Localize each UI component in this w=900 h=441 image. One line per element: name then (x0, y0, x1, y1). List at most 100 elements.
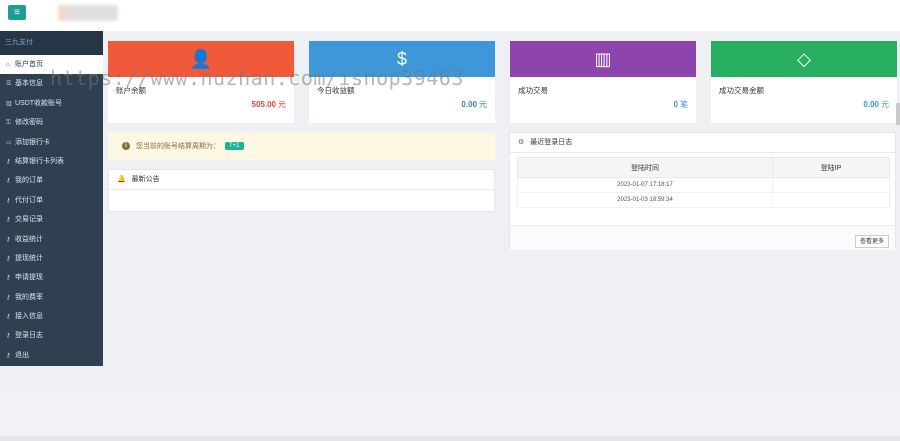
key-icon: ⚷ (6, 236, 11, 243)
sidebar-header: 三九支付 (0, 31, 103, 55)
table-row: 2023-01-07 17:18:17 (517, 177, 890, 193)
sidebar-item-13[interactable]: ⚷ 接入信息 (0, 307, 103, 326)
stat-card-header: $ (309, 41, 495, 77)
stat-value: 0 (673, 100, 678, 109)
stat-unit: 元 (479, 100, 487, 109)
stat-card: 👤 账户余额 505.00 元 (108, 41, 294, 123)
card-icon: ▭ (6, 139, 12, 146)
sidebar-item-15[interactable]: ⚷ 退出 (0, 346, 103, 365)
stat-value: 0.00 (863, 100, 879, 109)
stat-card-value: 505.00 元 (252, 99, 286, 110)
sidebar-item-label: USDT收款账号 (15, 99, 63, 107)
top-navbar: ≡ (0, 0, 900, 31)
gear-icon: ⚙ (518, 139, 525, 146)
stat-card-value: 0.00 元 (863, 99, 889, 110)
sidebar-item-label: 交易记录 (15, 216, 43, 224)
key-icon: ⚷ (6, 352, 11, 359)
sidebar-item-3[interactable]: ⚿ 修改密码 (0, 113, 103, 132)
scrollbar-thumb[interactable] (896, 103, 900, 125)
diamond-icon: ◇ (797, 48, 811, 69)
sidebar-item-label: 我的费率 (15, 293, 43, 301)
key-icon: ⚷ (6, 197, 11, 204)
stat-unit: 元 (881, 100, 889, 109)
sidebar-item-7[interactable]: ⚷ 代付订单 (0, 191, 103, 210)
view-more-button[interactable]: 查看更多 (854, 235, 889, 248)
login-log-title: 最近登录日志 (530, 139, 573, 146)
sidebar-item-label: 提现统计 (15, 254, 43, 262)
home-icon: ⌂ (6, 62, 10, 68)
login-log-table: 登陆时间 登陆IP 2023-01-07 17:18:17 2023-01-03 1… (517, 157, 890, 208)
table-cell (772, 177, 890, 193)
content-bottom-area (0, 392, 900, 436)
key-icon: ⚷ (6, 294, 11, 301)
stat-value: 505.00 (251, 100, 276, 109)
key-icon: ⚷ (6, 217, 11, 224)
user-icon: 👤 (189, 48, 213, 69)
table-cell: 2023-01-03 18:59:34 (517, 192, 773, 208)
footer-bar (0, 436, 900, 441)
sidebar-item-label: 登录日志 (15, 332, 43, 340)
column-header: 登陆IP (772, 157, 890, 178)
stat-card-header: 👤 (108, 41, 294, 77)
dollar-icon: $ (396, 48, 407, 69)
sidebar-item-5[interactable]: ⚷ 结算银行卡列表 (0, 152, 103, 171)
sidebar-item-1[interactable]: ☰ 基本信息 (0, 74, 103, 93)
sidebar-item-12[interactable]: ⚷ 我的费率 (0, 288, 103, 307)
sidebar-item-label: 添加银行卡 (15, 138, 50, 146)
announcement-title: 最新公告 (131, 176, 160, 183)
sidebar-item-11[interactable]: ⚷ 申请提现 (0, 268, 103, 287)
list-icon: ☰ (6, 81, 12, 88)
stat-unit: 元 (278, 100, 286, 109)
stat-card-value: 0笔 (674, 99, 688, 110)
sidebar-item-label: 收益统计 (15, 235, 43, 243)
announcement-panel: 🔔 最新公告 (108, 169, 495, 212)
settlement-notice: i 您当前的账号结算周期为： T+1 (108, 132, 495, 160)
key-icon: ⚷ (6, 178, 11, 185)
stat-card-title: 成功交易 (518, 86, 548, 95)
sidebar-item-4[interactable]: ▭ 添加银行卡 (0, 133, 103, 152)
login-log-panel: ⚙ 最近登录日志 登陆时间 登陆IP 2023-01-07 17:18:17 202… (509, 132, 896, 250)
key-icon: ⚷ (6, 275, 11, 282)
settlement-badge: T+1 (225, 142, 244, 150)
sidebar-item-label: 代付订单 (15, 196, 43, 204)
stat-card-title: 账户余额 (116, 86, 146, 95)
stat-card: ▥ 成功交易 0 笔 (510, 41, 696, 123)
chart-icon: ▥ (6, 100, 12, 107)
key-icon: ⚷ (6, 158, 11, 165)
stat-unit: 笔 (680, 100, 688, 109)
sidebar-item-9[interactable]: ⚷ 收益统计 (0, 230, 103, 249)
stat-card: $ 今日收益额 0.00 元 (309, 41, 495, 123)
sidebar-item-label: 结算银行卡列表 (15, 157, 64, 165)
sidebar-item-10[interactable]: ⚷ 提现统计 (0, 249, 103, 268)
sidebar-item-8[interactable]: ⚷ 交易记录 (0, 210, 103, 229)
sidebar-item-14[interactable]: ⚷ 登录日志 (0, 326, 103, 345)
table-row: 2023-01-03 18:59:34 (517, 192, 890, 208)
sidebar-item-label: 基本信息 (15, 80, 43, 88)
stat-card-title: 今日收益额 (317, 86, 355, 95)
sidebar-item-label: 接入信息 (15, 313, 43, 321)
sidebar-item-2[interactable]: ▥ USDT收款账号 (0, 94, 103, 113)
info-icon: i (122, 142, 130, 150)
sidebar-item-label: 申请提现 (15, 274, 43, 282)
stat-card-header: ◇ (711, 41, 897, 77)
lock-icon: ⚿ (6, 120, 11, 127)
sidebar-item-0[interactable]: ⌂ 账户首页 (0, 55, 103, 75)
stat-card-value: 0.00 元 (461, 99, 487, 110)
menu-toggle-button[interactable]: ≡ (8, 5, 26, 20)
stat-value: 0.00 (461, 100, 477, 109)
stat-card: ◇ 成功交易金额 0.00 元 (711, 41, 897, 123)
column-header: 登陆时间 (517, 157, 773, 178)
sidebar-item-label: 修改密码 (15, 119, 43, 127)
key-icon: ⚷ (6, 314, 11, 321)
notice-text: 您当前的账号结算周期为： (136, 143, 220, 150)
table-cell (772, 192, 890, 208)
bar-chart-icon: ▥ (594, 48, 612, 69)
sidebar-item-6[interactable]: ⚷ 我的订单 (0, 171, 103, 190)
sidebar-item-label: 账户首页 (15, 61, 43, 68)
stat-card-header: ▥ (510, 41, 696, 77)
sidebar-item-label: 我的订单 (15, 177, 43, 185)
key-icon: ⚷ (6, 255, 11, 262)
table-cell: 2023-01-07 17:18:17 (517, 177, 773, 193)
key-icon: ⚷ (6, 333, 11, 340)
bell-icon: 🔔 (117, 176, 126, 183)
